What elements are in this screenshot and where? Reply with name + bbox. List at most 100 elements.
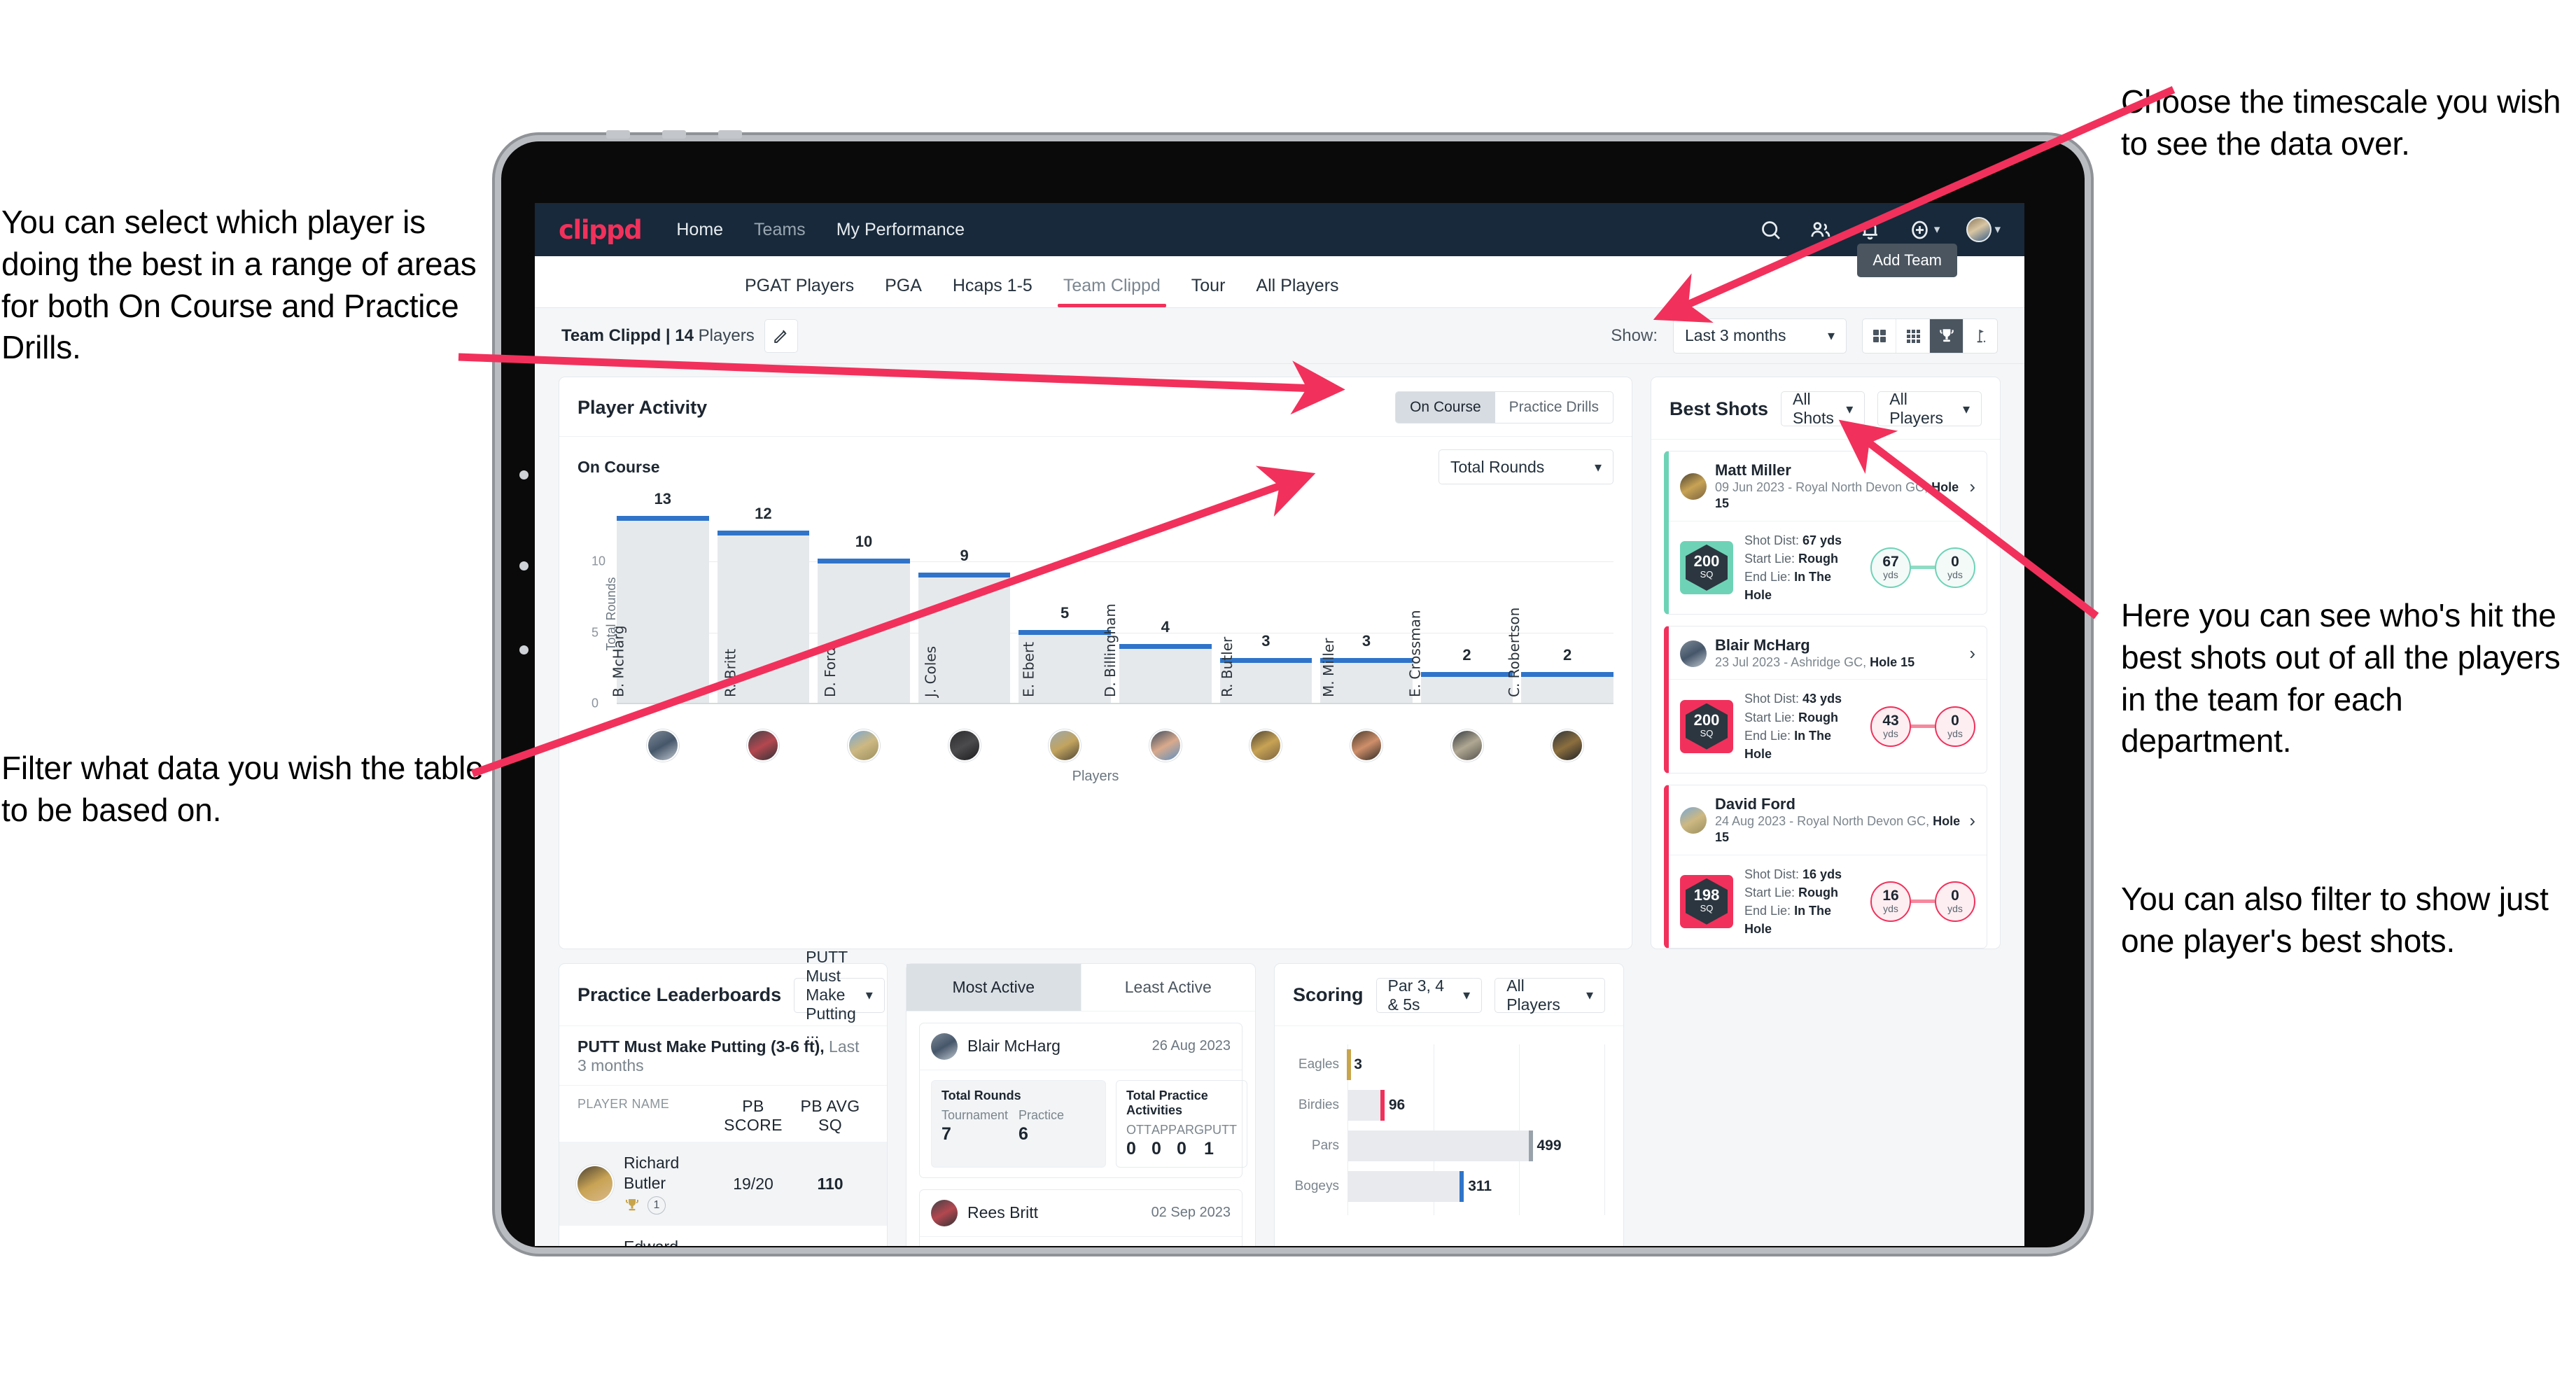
avatar[interactable] bbox=[847, 729, 880, 762]
start-lie-label: Start Lie: bbox=[1744, 885, 1799, 899]
grid-large-icon bbox=[1872, 329, 1886, 342]
nav-teams[interactable]: Teams bbox=[754, 220, 806, 240]
search-icon[interactable] bbox=[1759, 218, 1782, 241]
avatar[interactable] bbox=[1250, 729, 1282, 762]
scoring-bar-wrap: 499 bbox=[1348, 1130, 1605, 1161]
avatar[interactable] bbox=[1450, 729, 1483, 762]
metric-select-value: Total Rounds bbox=[1450, 457, 1545, 476]
leaderboard-player-name: Richard Butler bbox=[624, 1153, 680, 1192]
pencil-icon bbox=[774, 330, 787, 343]
bar-e-crossman[interactable]: 2 E. Crossman bbox=[1406, 610, 1513, 704]
bar-value: 13 bbox=[654, 490, 672, 508]
activity-player-card[interactable]: Rees Britt 02 Sep 2023 Total Rounds Tour… bbox=[919, 1189, 1242, 1246]
profile-menu[interactable]: ▾ bbox=[1966, 217, 2001, 242]
bar-d-billingham[interactable]: 4 D. Billingham bbox=[1102, 603, 1212, 704]
tab-all-players[interactable]: All Players bbox=[1240, 276, 1354, 307]
screenshot-root: You can select which player is doing the… bbox=[0, 0, 2576, 1386]
segment-on-course[interactable]: On Course bbox=[1396, 392, 1495, 423]
table-row[interactable]: Richard Butler 1 19/20 110 bbox=[559, 1141, 887, 1226]
bar-label: D. Billingham bbox=[1101, 603, 1119, 697]
avatar bbox=[578, 1166, 612, 1202]
start-lie-label: Start Lie: bbox=[1744, 551, 1799, 566]
avatar[interactable] bbox=[646, 729, 679, 762]
tab-tour[interactable]: Tour bbox=[1176, 276, 1241, 307]
shot-quality-badge: 200 SQ bbox=[1680, 540, 1733, 594]
best-shot-meta: 23 Jul 2023 - Ashridge GC, Hole 15 bbox=[1715, 654, 1914, 671]
bar-j-coles[interactable]: 9 J. Coles bbox=[918, 547, 1011, 704]
par-filter-select[interactable]: Par 3, 4 & 5s ▾ bbox=[1376, 976, 1483, 1014]
bar-c-robertson[interactable]: 2 C. Robertson bbox=[1506, 608, 1614, 704]
shot-type-select[interactable]: All Shots ▾ bbox=[1781, 390, 1865, 427]
segment-practice-drills[interactable]: Practice Drills bbox=[1495, 392, 1613, 423]
bar-r-butler[interactable]: 3 R. Butler bbox=[1219, 632, 1312, 704]
nav-home[interactable]: Home bbox=[676, 220, 723, 240]
bar-cap bbox=[617, 516, 709, 522]
chevron-right-icon[interactable]: › bbox=[1969, 643, 1975, 664]
tab-pga[interactable]: PGA bbox=[869, 276, 937, 307]
best-shot-card[interactable]: Matt Miller 09 Jun 2023 - Royal North De… bbox=[1664, 451, 1987, 615]
avatar[interactable] bbox=[1149, 729, 1182, 762]
bar-b-mcharg[interactable]: 13 B. McHarg bbox=[610, 490, 709, 704]
avatar[interactable] bbox=[1049, 729, 1082, 762]
bar-r-britt[interactable]: 12 R. Britt bbox=[717, 505, 810, 704]
annotation-best-shots: Here you can see who's hit the best shot… bbox=[2121, 597, 2561, 760]
chevron-right-icon[interactable]: › bbox=[1969, 476, 1975, 498]
view-flag-button[interactable] bbox=[1963, 319, 1997, 353]
leaderboard-column-headers: PLAYER NAME PB SCORE PB AVG SQ bbox=[559, 1086, 887, 1142]
drill-select[interactable]: PUTT Must Make Putting ... ▾ bbox=[794, 948, 885, 1042]
avatar[interactable] bbox=[1350, 729, 1382, 762]
view-trophy-button[interactable] bbox=[1930, 318, 1963, 353]
plus-circle-menu[interactable]: ▾ bbox=[1908, 218, 1940, 241]
view-grid-large-button[interactable] bbox=[1863, 318, 1896, 353]
metric-select[interactable]: Total Rounds ▾ bbox=[1438, 449, 1614, 484]
chevron-right-icon[interactable]: › bbox=[1969, 810, 1975, 832]
hexagon-icon: 198 SQ bbox=[1686, 878, 1728, 925]
scoring-bar[interactable] bbox=[1348, 1170, 1464, 1202]
add-team-tooltip[interactable]: Add Team bbox=[1857, 244, 1957, 277]
scoring-bar-row: Eagles 3 bbox=[1293, 1044, 1605, 1085]
scoring-bar[interactable] bbox=[1348, 1130, 1534, 1161]
best-shot-card[interactable]: David Ford 24 Aug 2023 - Royal North Dev… bbox=[1664, 784, 1987, 948]
scoring-bar-row: Bogeys 311 bbox=[1293, 1166, 1605, 1207]
nav-my-performance[interactable]: My Performance bbox=[836, 220, 965, 240]
tab-team-clippd[interactable]: Team Clippd bbox=[1048, 276, 1176, 307]
practice-col-arg: ARG bbox=[1177, 1122, 1205, 1137]
y-tick-5: 5 bbox=[592, 625, 599, 640]
tab-most-active[interactable]: Most Active bbox=[906, 963, 1082, 1011]
scoring-bar[interactable] bbox=[1348, 1089, 1385, 1121]
subheader-controls: Show: Last 3 months ▾ bbox=[1611, 318, 1998, 354]
activity-tabs: Most Active Least Active bbox=[906, 963, 1256, 1011]
tab-hcaps-1-5[interactable]: Hcaps 1-5 bbox=[937, 276, 1048, 307]
chart-x-axis-label: Players bbox=[1072, 769, 1119, 784]
start-distance-unit: yds bbox=[1883, 569, 1898, 581]
player-activity-card: Player Activity On Course Practice Drill… bbox=[559, 377, 1632, 949]
bar-label: E. Ebert bbox=[1020, 641, 1037, 697]
people-icon[interactable] bbox=[1809, 218, 1832, 241]
bell-icon[interactable] bbox=[1858, 218, 1882, 241]
scoring-title: Scoring bbox=[1293, 984, 1364, 1006]
avatar[interactable] bbox=[948, 729, 981, 762]
avatar[interactable] bbox=[747, 729, 780, 762]
edit-team-button[interactable] bbox=[764, 318, 798, 353]
timescale-value: Last 3 months bbox=[1685, 326, 1786, 344]
scoring-player-select[interactable]: All Players ▾ bbox=[1494, 976, 1605, 1014]
bar-e-ebert[interactable]: 5 E. Ebert bbox=[1018, 604, 1111, 704]
bar-m-miller[interactable]: 3 M. Miller bbox=[1320, 632, 1413, 704]
scoring-bar[interactable] bbox=[1346, 1049, 1351, 1080]
activity-player-name: Blair McHarg bbox=[967, 1037, 1060, 1056]
tab-pgat-players[interactable]: PGAT Players bbox=[729, 276, 869, 307]
annotation-filter-data: Filter what data you wish the table to b… bbox=[1, 750, 484, 828]
bar-d-ford[interactable]: 10 D. Ford bbox=[818, 533, 910, 704]
bar-tip bbox=[1460, 1170, 1464, 1202]
timescale-select[interactable]: Last 3 months ▾ bbox=[1673, 318, 1847, 354]
scoring-label: Birdies bbox=[1298, 1097, 1339, 1112]
table-row[interactable]: Edward Crossman 2 18/20 107 bbox=[559, 1226, 887, 1246]
best-shots-player-select[interactable]: All Players ▾ bbox=[1877, 390, 1982, 427]
leaderboard-player: Edward Crossman 2 bbox=[578, 1237, 715, 1246]
activity-player-card[interactable]: Blair McHarg 26 Aug 2023 Total Rounds To… bbox=[919, 1022, 1248, 1178]
avatar[interactable] bbox=[1551, 729, 1584, 762]
tab-least-active[interactable]: Least Active bbox=[1082, 964, 1256, 1011]
best-shot-card[interactable]: Blair McHarg 23 Jul 2023 - Ashridge GC, … bbox=[1664, 626, 1987, 774]
view-grid-small-button[interactable] bbox=[1896, 318, 1930, 353]
clippd-logo[interactable]: clippd bbox=[559, 215, 643, 245]
